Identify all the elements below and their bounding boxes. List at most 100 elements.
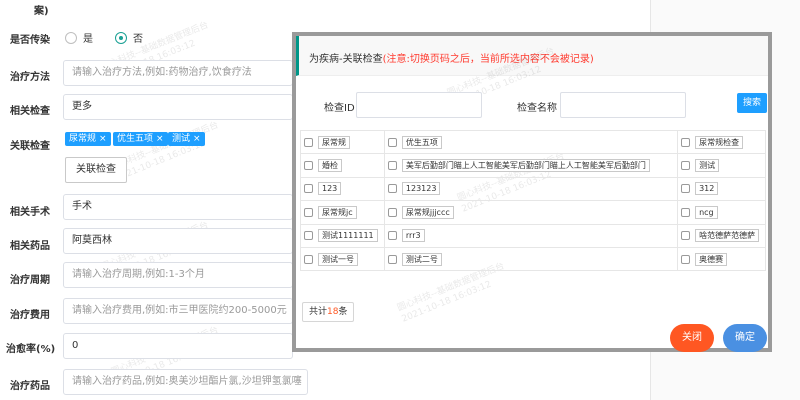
row-checkbox[interactable]	[681, 231, 691, 241]
dialog-warning: (注意:切换页码之后，当前所选内容不会被记录)	[382, 54, 594, 65]
check-item-label: 尿常规	[318, 135, 350, 149]
table-row: 尿常规jc 尿常规jjjccc ncg	[300, 200, 766, 225]
table-cell: 尿常规jc	[300, 200, 385, 225]
table-cell: 尿常规检查	[677, 129, 766, 155]
check-item-label: 啥范德萨范德萨	[695, 229, 760, 243]
check-id-input[interactable]	[356, 92, 482, 118]
related-surgery-input[interactable]: 手术	[63, 194, 293, 220]
table-cell: 123123	[383, 176, 679, 202]
row-checkbox[interactable]	[387, 161, 397, 171]
table-row: 测试1111111 rrr3 啥范德萨范德萨	[300, 223, 766, 248]
row-checkbox[interactable]	[681, 254, 691, 264]
tag-eugenics-five[interactable]: 优生五项 ×	[113, 132, 168, 146]
table-cell: 尿常规jjjccc	[383, 200, 679, 225]
table-cell: 测试一号	[300, 246, 385, 272]
table-cell: 啥范德萨范德萨	[677, 223, 766, 248]
table-cell: 123	[300, 176, 385, 202]
row-checkbox[interactable]	[681, 207, 691, 217]
cure-rate-input[interactable]: 0	[63, 333, 293, 359]
check-item-label: 312	[695, 182, 719, 196]
radio-no-label: 否	[133, 34, 143, 45]
check-item-label: 尿常规jc	[318, 205, 357, 219]
confirm-button[interactable]: 确定	[723, 324, 767, 352]
check-name-input[interactable]	[560, 92, 686, 118]
row-checkbox[interactable]	[304, 254, 313, 264]
check-item-label: 尿常规检查	[695, 135, 744, 149]
table-cell: 312	[677, 176, 766, 202]
infectious-label: 是否传染	[10, 35, 50, 46]
total-count-button[interactable]: 共计18条	[302, 302, 355, 322]
row-checkbox[interactable]	[304, 137, 313, 147]
row-checkbox[interactable]	[387, 137, 397, 147]
table-cell: 美军后勤部门瞄上人工智能美军后勤部门瞄上人工智能美军后勤部门	[383, 153, 679, 178]
check-item-label: 奥德赛	[695, 252, 728, 266]
linked-check-label: 关联检查	[10, 141, 50, 152]
table-cell: rrr3	[383, 223, 679, 248]
row-checkbox[interactable]	[304, 207, 313, 217]
row-checkbox[interactable]	[304, 184, 313, 194]
check-item-label: 测试1111111	[318, 229, 378, 243]
tag-test[interactable]: 测试 ×	[168, 132, 205, 146]
check-item-label: ncg	[695, 205, 718, 219]
cure-rate-label: 治愈率(%)	[6, 344, 56, 355]
check-item-label: 123123	[401, 182, 441, 196]
row-checkbox[interactable]	[304, 161, 313, 171]
row-checkbox[interactable]	[304, 231, 313, 241]
treatment-cycle-input[interactable]: 请输入治疗周期,例如:1-3个月	[63, 262, 293, 288]
table-row: 婚检 美军后勤部门瞄上人工智能美军后勤部门瞄上人工智能美军后勤部门 测试	[300, 153, 766, 178]
tag-remove-icon[interactable]: ×	[193, 134, 201, 144]
check-id-label: 检查ID	[324, 103, 355, 114]
tag-remove-icon[interactable]: ×	[99, 134, 107, 144]
treatment-method-label: 治疗方法	[10, 72, 50, 83]
close-button[interactable]: 关闭	[670, 324, 714, 352]
related-surgery-label: 相关手术	[10, 207, 50, 218]
table-row: 123 123123 312	[300, 176, 766, 202]
related-check-input[interactable]: 更多	[63, 94, 293, 120]
table-row: 尿常规 优生五项 尿常规检查	[300, 129, 766, 155]
infectious-radio-group: 是 否	[65, 30, 165, 45]
row-checkbox[interactable]	[387, 254, 397, 264]
check-item-label: 测试一号	[318, 252, 358, 266]
check-item-label: 123	[318, 182, 342, 196]
check-item-label: 测试二号	[401, 252, 442, 266]
check-item-label: 美军后勤部门瞄上人工智能美军后勤部门瞄上人工智能美军后勤部门	[401, 159, 650, 173]
linked-check-dialog: 为疾病-关联检查(注意:切换页码之后，当前所选内容不会被记录) 圆心科技--基础…	[292, 32, 772, 352]
table-cell: 优生五项	[383, 129, 679, 155]
table-cell: 测试	[677, 153, 766, 178]
tag-urinalysis[interactable]: 尿常规 ×	[65, 132, 111, 146]
related-drug-input[interactable]: 阿莫西林	[63, 228, 293, 254]
table-cell: 测试二号	[383, 246, 679, 272]
treatment-drug-label: 治疗药品	[10, 381, 50, 392]
radio-yes[interactable]	[65, 31, 77, 44]
radio-no[interactable]	[115, 31, 127, 44]
treatment-method-input[interactable]: 请输入治疗方法,例如:药物治疗,饮食疗法	[63, 60, 293, 86]
tag-remove-icon[interactable]: ×	[156, 134, 164, 144]
check-table: 尿常规 优生五项 尿常规检查婚检 美军后勤部门瞄上人工智能美军后勤部门瞄上人工智能美军…	[300, 129, 766, 272]
table-cell: 测试1111111	[300, 223, 385, 248]
row-checkbox[interactable]	[681, 137, 691, 147]
top-fragment-label: 案)	[34, 6, 49, 17]
treatment-cost-input[interactable]: 请输入治疗费用,例如:市三甲医院约200-5000元	[63, 298, 293, 324]
radio-yes-label: 是	[83, 34, 93, 45]
table-cell: ncg	[677, 200, 766, 225]
treatment-cost-label: 治疗费用	[10, 310, 50, 321]
search-button[interactable]: 搜索	[737, 93, 767, 113]
check-item-label: 优生五项	[401, 135, 442, 149]
row-checkbox[interactable]	[387, 207, 397, 217]
table-cell: 奥德赛	[677, 246, 766, 272]
table-cell: 婚检	[300, 153, 385, 178]
row-checkbox[interactable]	[387, 231, 397, 241]
check-item-label: 尿常规jjjccc	[401, 205, 454, 219]
treatment-drug-input[interactable]: 请输入治疗药品,例如:奥美沙坦酯片氯,沙坦钾氢氯噻	[63, 369, 308, 395]
check-item-label: rrr3	[401, 229, 425, 243]
treatment-cycle-label: 治疗周期	[10, 275, 50, 286]
check-item-label: 婚检	[318, 159, 342, 173]
check-name-label: 检查名称	[517, 103, 557, 114]
table-cell: 尿常规	[300, 129, 385, 155]
check-item-label: 测试	[695, 159, 720, 173]
linked-check-button[interactable]: 关联检查	[65, 157, 127, 183]
row-checkbox[interactable]	[387, 184, 397, 194]
row-checkbox[interactable]	[681, 161, 691, 171]
row-checkbox[interactable]	[681, 184, 691, 194]
related-check-label: 相关检查	[10, 106, 50, 117]
